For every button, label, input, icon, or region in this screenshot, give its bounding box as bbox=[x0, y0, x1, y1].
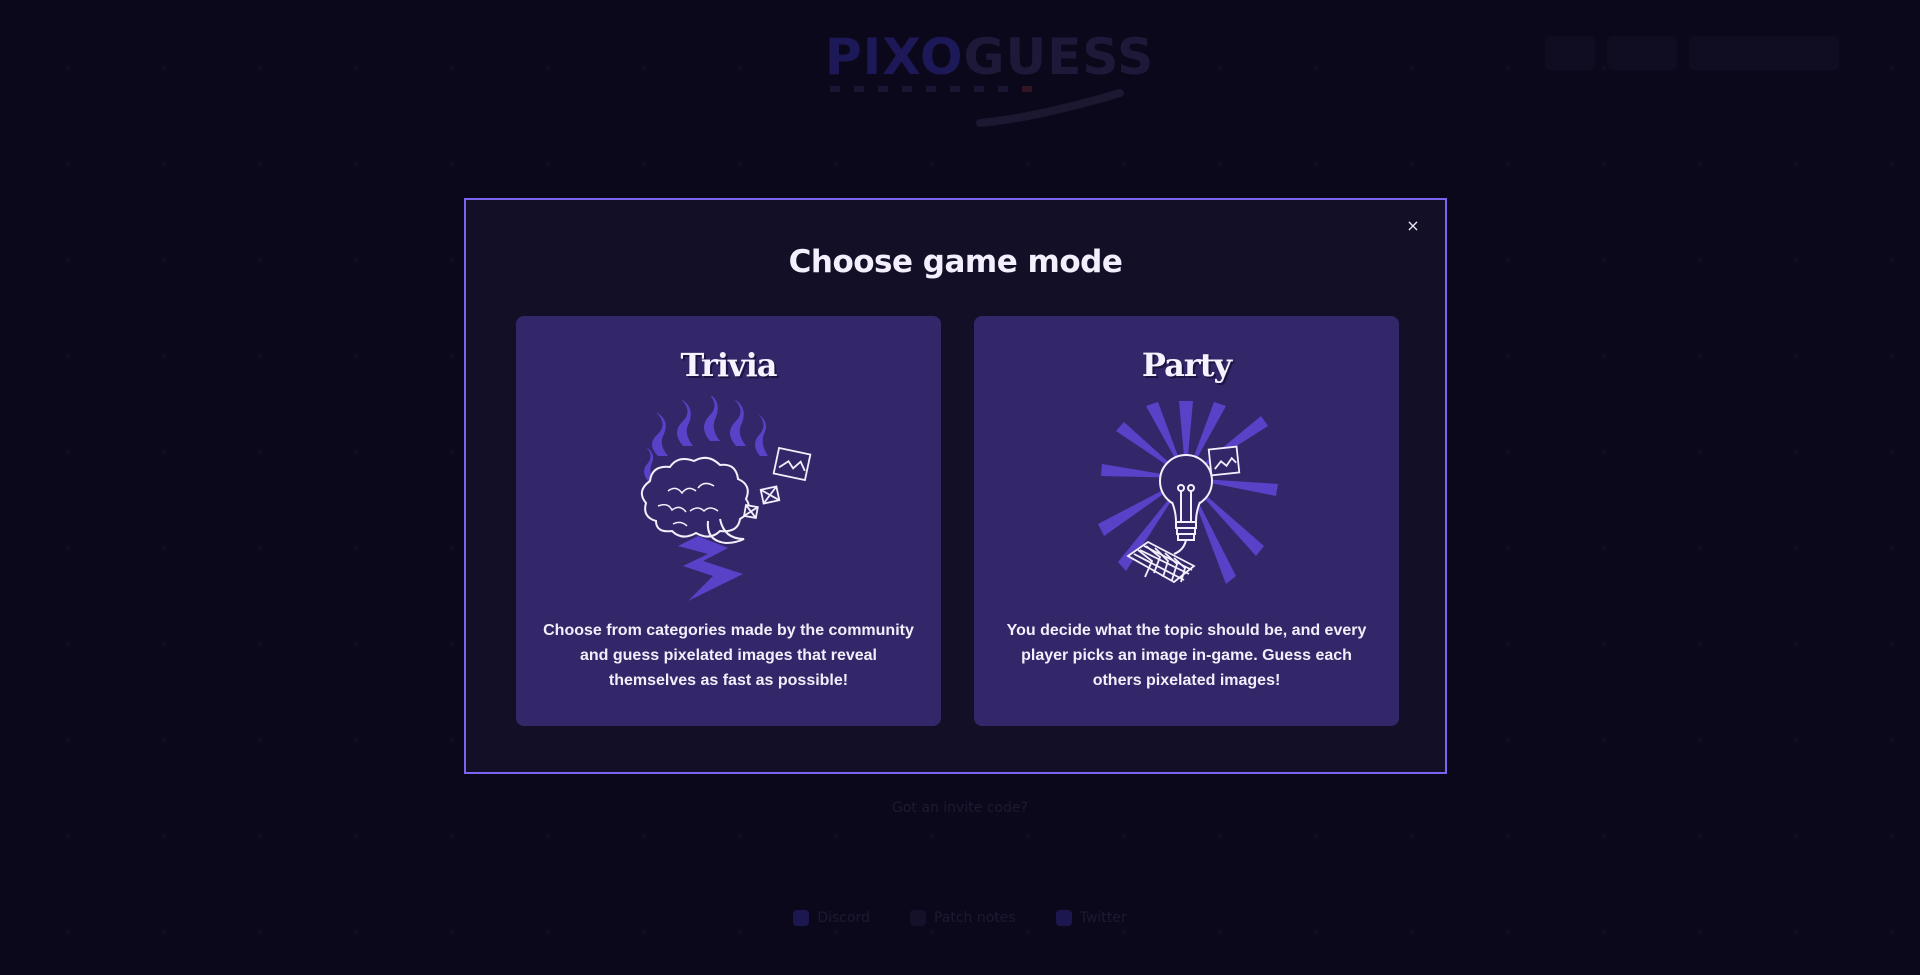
mode-card-party[interactable]: Party You decide what the topic should b… bbox=[974, 316, 1399, 726]
brain-lightning-icon bbox=[640, 396, 812, 601]
modal-title: Choose game mode bbox=[788, 244, 1123, 280]
mode-description: You decide what the topic should be, and… bbox=[1006, 622, 1367, 689]
game-mode-modal: × Choose game mode Trivia Choose from ca… bbox=[464, 198, 1447, 774]
lightbulb-keyboard-icon bbox=[1098, 401, 1278, 584]
page: PIXOGUESS Got an invite code? Discord Pa… bbox=[0, 0, 1920, 975]
mode-card-trivia[interactable]: Trivia Choose from categories made by th… bbox=[516, 316, 941, 726]
mode-title: Trivia bbox=[680, 346, 778, 384]
mode-description: Choose from categories made by the commu… bbox=[543, 622, 914, 689]
mode-title: Party bbox=[1141, 346, 1232, 384]
close-icon[interactable]: × bbox=[1403, 216, 1423, 236]
